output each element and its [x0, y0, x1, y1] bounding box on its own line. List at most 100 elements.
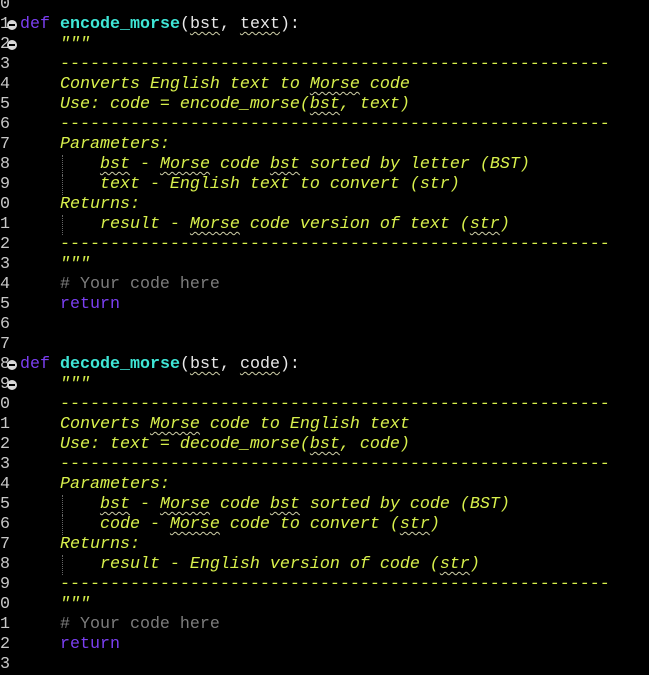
code-line[interactable]: 9 --------------------------------------…: [0, 575, 649, 595]
code-line[interactable]: 1 Converts Morse code to English text: [0, 415, 649, 435]
docstring-token: [20, 155, 100, 174]
line-number: 2: [0, 435, 10, 454]
code-line[interactable]: 0 """: [0, 595, 649, 615]
code-line[interactable]: 5 return: [0, 295, 649, 315]
keyword-token: def: [20, 15, 50, 34]
docstring-token: code: [209, 155, 270, 174]
code-line[interactable]: 4 Parameters:: [0, 475, 649, 495]
code-line[interactable]: 3 --------------------------------------…: [0, 455, 649, 475]
fold-collapse-icon[interactable]: [7, 40, 17, 50]
code-line[interactable]: 3 --------------------------------------…: [0, 55, 649, 75]
code-line[interactable]: 5 Use: code = encode_morse(bst, text): [0, 95, 649, 115]
code-line[interactable]: 8 result - English version of code (str): [0, 555, 649, 575]
docstring-token: ): [429, 515, 440, 534]
code-text: bst - Morse code bst sorted by code (BST…: [20, 495, 510, 515]
docstring-token: code: [209, 495, 270, 514]
code-text: """: [20, 595, 90, 615]
code-line[interactable]: 9 """: [0, 375, 649, 395]
spellcheck-flagged-word: bst: [99, 495, 130, 514]
code-line[interactable]: 2 return: [0, 635, 649, 655]
line-number: 9: [0, 575, 10, 594]
line-number: 5: [0, 495, 10, 514]
plain-token: ,: [219, 355, 240, 374]
fold-collapse-icon[interactable]: [7, 360, 17, 370]
code-line[interactable]: 7 Parameters:: [0, 135, 649, 155]
docstring-token: Returns:: [20, 535, 140, 554]
fold-collapse-icon[interactable]: [7, 20, 17, 30]
code-line[interactable]: 0 --------------------------------------…: [0, 395, 649, 415]
spellcheck-flagged-word: bst: [99, 155, 130, 174]
code-text: # Your code here: [20, 615, 220, 635]
code-text: ----------------------------------------…: [20, 395, 610, 415]
code-line[interactable]: 6: [0, 315, 649, 335]
code-text: ----------------------------------------…: [20, 455, 610, 475]
function-name-token: encode_morse: [60, 15, 180, 34]
line-number: 6: [0, 315, 10, 334]
plain-token: (: [179, 15, 190, 34]
docstring-token: Converts: [20, 415, 150, 434]
code-line[interactable]: 2 --------------------------------------…: [0, 235, 649, 255]
code-text: return: [20, 635, 120, 655]
code-line[interactable]: 6 code - Morse code to convert (str): [0, 515, 649, 535]
spellcheck-flagged-word: bst: [269, 495, 300, 514]
code-line[interactable]: 2 Use: text = decode_morse(bst, code): [0, 435, 649, 455]
line-number: 4: [0, 475, 10, 494]
docstring-token: Converts English text to: [20, 75, 310, 94]
docstring-token: ----------------------------------------…: [20, 455, 610, 474]
line-number: 5: [0, 295, 10, 314]
code-line[interactable]: 8 bst - Morse code bst sorted by letter …: [0, 155, 649, 175]
code-text: bst - Morse code bst sorted by letter (B…: [20, 155, 530, 175]
code-line[interactable]: 3: [0, 655, 649, 675]
code-line[interactable]: 7 Returns:: [0, 535, 649, 555]
line-number: 7: [0, 135, 10, 154]
code-line[interactable]: 2 """: [0, 35, 649, 55]
code-line[interactable]: 7: [0, 335, 649, 355]
docstring-token: -: [129, 155, 160, 174]
code-text: text - English text to convert (str): [20, 175, 460, 195]
line-number: 0: [0, 395, 10, 414]
code-text: Use: code = encode_morse(bst, text): [20, 95, 410, 115]
docstring-token: -: [129, 495, 160, 514]
docstring-token: ----------------------------------------…: [20, 395, 610, 414]
docstring-token: Parameters:: [20, 135, 170, 154]
spellcheck-flagged-word: Morse: [149, 415, 200, 434]
code-editor[interactable]: 0 1 def encode_morse(bst, text): 2 """ 3 ---…: [0, 0, 649, 675]
code-line[interactable]: 1 result - Morse code version of text (s…: [0, 215, 649, 235]
line-number: 4: [0, 275, 10, 294]
code-line[interactable]: 3 """: [0, 255, 649, 275]
code-line[interactable]: 6 --------------------------------------…: [0, 115, 649, 135]
line-number: 2: [0, 635, 10, 654]
spellcheck-flagged-word: Morse: [189, 215, 240, 234]
code-line[interactable]: 9 text - English text to convert (str): [0, 175, 649, 195]
docstring-token: ): [499, 215, 510, 234]
line-number: 1: [0, 215, 10, 234]
docstring-token: ----------------------------------------…: [20, 115, 610, 134]
code-line[interactable]: 0: [0, 0, 649, 15]
docstring-token: code version of text (: [239, 215, 470, 234]
spellcheck-flagged-word: bst: [189, 15, 220, 34]
code-line[interactable]: 1 def encode_morse(bst, text):: [0, 15, 649, 35]
line-number: 5: [0, 95, 10, 114]
spellcheck-flagged-word: str: [439, 555, 470, 574]
docstring-token: result - English version of code (: [20, 555, 440, 574]
line-number: 2: [0, 235, 10, 254]
code-line[interactable]: 5 bst - Morse code bst sorted by code (B…: [0, 495, 649, 515]
line-number: 3: [0, 655, 10, 674]
code-text: # Your code here: [20, 275, 220, 295]
code-text: """: [20, 255, 90, 275]
spellcheck-flagged-word: bst: [309, 95, 340, 114]
code-text: Parameters:: [20, 135, 170, 155]
docstring-token: code to convert (: [219, 515, 400, 534]
code-line[interactable]: 1 # Your code here: [0, 615, 649, 635]
docstring-token: Use: text = decode_morse(: [20, 435, 310, 454]
line-number: 3: [0, 55, 10, 74]
code-text: Returns:: [20, 195, 140, 215]
code-line[interactable]: 4 Converts English text to Morse code: [0, 75, 649, 95]
code-line[interactable]: 8 def decode_morse(bst, code):: [0, 355, 649, 375]
code-line[interactable]: 4 # Your code here: [0, 275, 649, 295]
spellcheck-flagged-word: bst: [189, 355, 220, 374]
code-line[interactable]: 0 Returns:: [0, 195, 649, 215]
fold-collapse-icon[interactable]: [7, 380, 17, 390]
